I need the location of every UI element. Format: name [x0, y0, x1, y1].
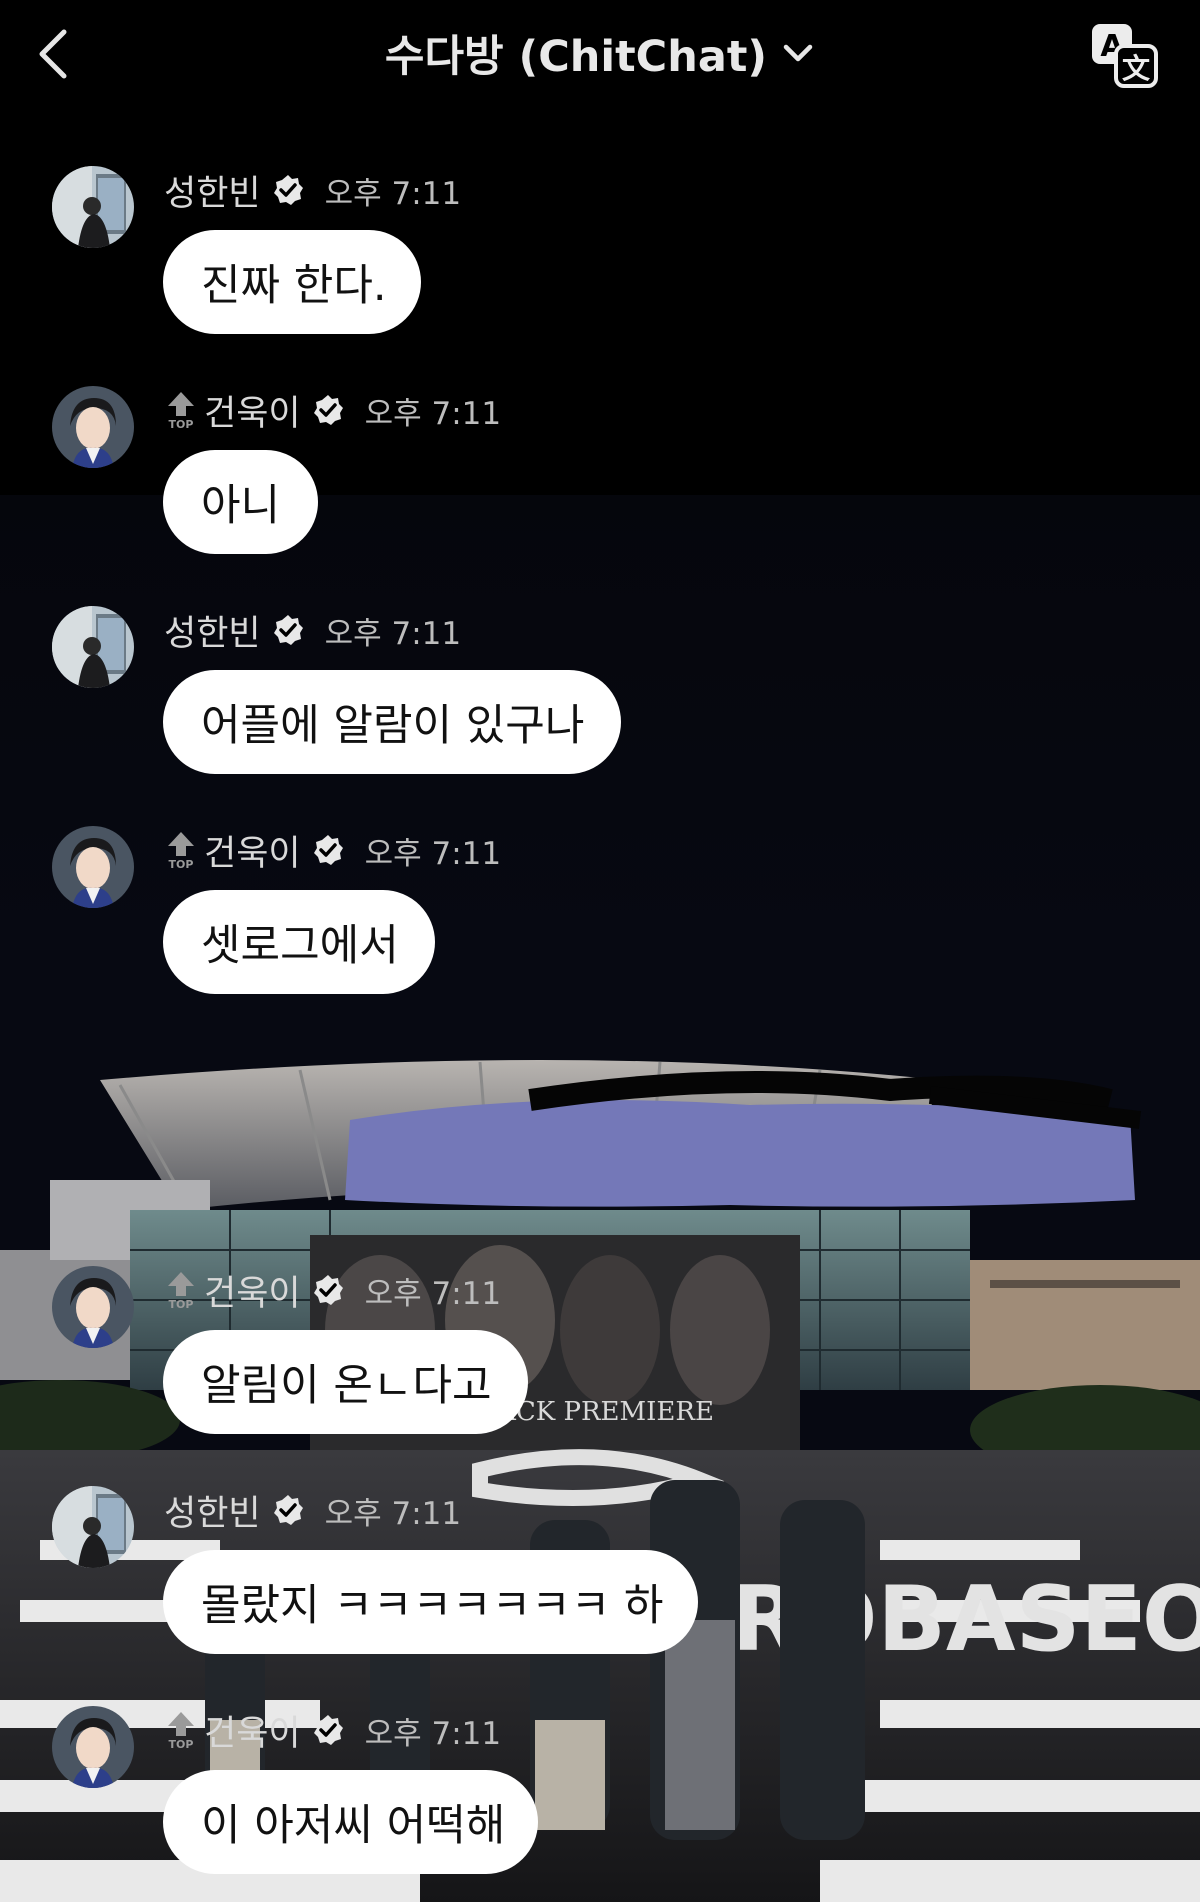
- avatar[interactable]: [52, 166, 134, 248]
- sender-name[interactable]: 건욱이: [204, 385, 301, 436]
- message-bubble[interactable]: 아니: [163, 450, 318, 554]
- message-bubble[interactable]: 알림이 온ㄴ다고: [163, 1330, 528, 1434]
- sender-name[interactable]: 건욱이: [204, 1265, 301, 1316]
- avatar[interactable]: [52, 1486, 134, 1568]
- translate-icon: A 文: [1092, 24, 1158, 88]
- chevron-down-icon: [783, 44, 813, 62]
- message-time: 오후 7:11: [324, 615, 462, 652]
- message-bubble[interactable]: 어플에 알람이 있구나: [163, 670, 621, 774]
- verified-icon: [311, 833, 345, 867]
- room-title-dropdown[interactable]: 수다방 (ChitChat): [385, 22, 815, 84]
- message-time: 오후 7:11: [364, 1715, 502, 1752]
- message-meta: TOP 건욱이 오후 7:11: [164, 1708, 502, 1754]
- avatar[interactable]: [52, 1266, 134, 1348]
- message-meta: 성한빈 오후 7:11: [164, 168, 462, 214]
- top-badge-icon: TOP: [164, 390, 198, 431]
- sender-name[interactable]: 성한빈: [164, 165, 261, 216]
- sender-name[interactable]: 건욱이: [204, 825, 301, 876]
- verified-icon: [271, 613, 305, 647]
- svg-text:TOP: TOP: [169, 858, 194, 870]
- message-item: 성한빈 오후 7:11 어플에 알람이 있구나: [0, 606, 1200, 776]
- sender-name[interactable]: 성한빈: [164, 1485, 261, 1536]
- message-time: 오후 7:11: [364, 835, 502, 872]
- message-time: 오후 7:11: [364, 1275, 502, 1312]
- room-title: 수다방 (ChitChat): [384, 32, 768, 82]
- verified-icon: [311, 1273, 345, 1307]
- sender-name[interactable]: 건욱이: [204, 1705, 301, 1756]
- redaction-scribble: [345, 1071, 1142, 1207]
- message-meta: 성한빈 오후 7:11: [164, 1488, 462, 1534]
- message-bubble[interactable]: 몰랐지 ㅋㅋㅋㅋㅋㅋㅋ 하: [163, 1550, 698, 1654]
- avatar[interactable]: [52, 1706, 134, 1788]
- message-meta: TOP 건욱이 오후 7:11: [164, 388, 502, 434]
- message-item: TOP 건욱이 오후 7:11 이 아저씨 어떡해: [0, 1706, 1200, 1876]
- message-text: 몰랐지 ㅋㅋㅋㅋㅋㅋㅋ 하: [201, 1581, 664, 1631]
- message-item: TOP 건욱이 오후 7:11 셋로그에서: [0, 826, 1200, 996]
- message-text: 이 아저씨 어떡해: [201, 1801, 506, 1851]
- svg-text:TOP: TOP: [169, 1298, 194, 1310]
- message-text: 아니: [201, 481, 281, 531]
- message-text: 알림이 온ㄴ다고: [201, 1361, 492, 1411]
- message-time: 오후 7:11: [364, 395, 502, 432]
- message-item: 성한빈 오후 7:11 몰랐지 ㅋㅋㅋㅋㅋㅋㅋ 하: [0, 1486, 1200, 1656]
- avatar[interactable]: [52, 606, 134, 688]
- avatar[interactable]: [52, 386, 134, 468]
- verified-icon: [271, 173, 305, 207]
- message-bubble[interactable]: 진짜 한다.: [163, 230, 421, 334]
- message-meta: 성한빈 오후 7:11: [164, 608, 462, 654]
- verified-icon: [311, 1713, 345, 1747]
- sender-name[interactable]: 성한빈: [164, 605, 261, 656]
- verified-icon: [311, 393, 345, 427]
- message-meta: TOP 건욱이 오후 7:11: [164, 1268, 502, 1314]
- message-meta: TOP 건욱이 오후 7:11: [164, 828, 502, 874]
- verified-icon: [271, 1493, 305, 1527]
- top-badge-icon: TOP: [164, 830, 198, 871]
- message-bubble[interactable]: 이 아저씨 어떡해: [163, 1770, 538, 1874]
- top-badge-icon: TOP: [164, 1270, 198, 1311]
- message-time: 오후 7:11: [324, 175, 462, 212]
- message-text: 진짜 한다.: [201, 261, 387, 311]
- svg-text:TOP: TOP: [169, 418, 194, 430]
- message-text: 셋로그에서: [201, 921, 399, 971]
- message-item: TOP 건욱이 오후 7:11 아니: [0, 386, 1200, 556]
- svg-text:文: 文: [1122, 52, 1150, 85]
- message-item: TOP 건욱이 오후 7:11 알림이 온ㄴ다고: [0, 1266, 1200, 1436]
- top-badge-icon: TOP: [164, 1710, 198, 1751]
- avatar[interactable]: [52, 826, 134, 908]
- chat-header: 수다방 (ChitChat) A 文: [0, 0, 1200, 110]
- message-item: 성한빈 오후 7:11 진짜 한다.: [0, 166, 1200, 336]
- message-text: 어플에 알람이 있구나: [201, 701, 585, 751]
- translate-button[interactable]: A 文: [1088, 20, 1160, 88]
- message-bubble[interactable]: 셋로그에서: [163, 890, 435, 994]
- message-time: 오후 7:11: [324, 1495, 462, 1532]
- redacted-message: [330, 1060, 1150, 1220]
- svg-text:TOP: TOP: [169, 1738, 194, 1750]
